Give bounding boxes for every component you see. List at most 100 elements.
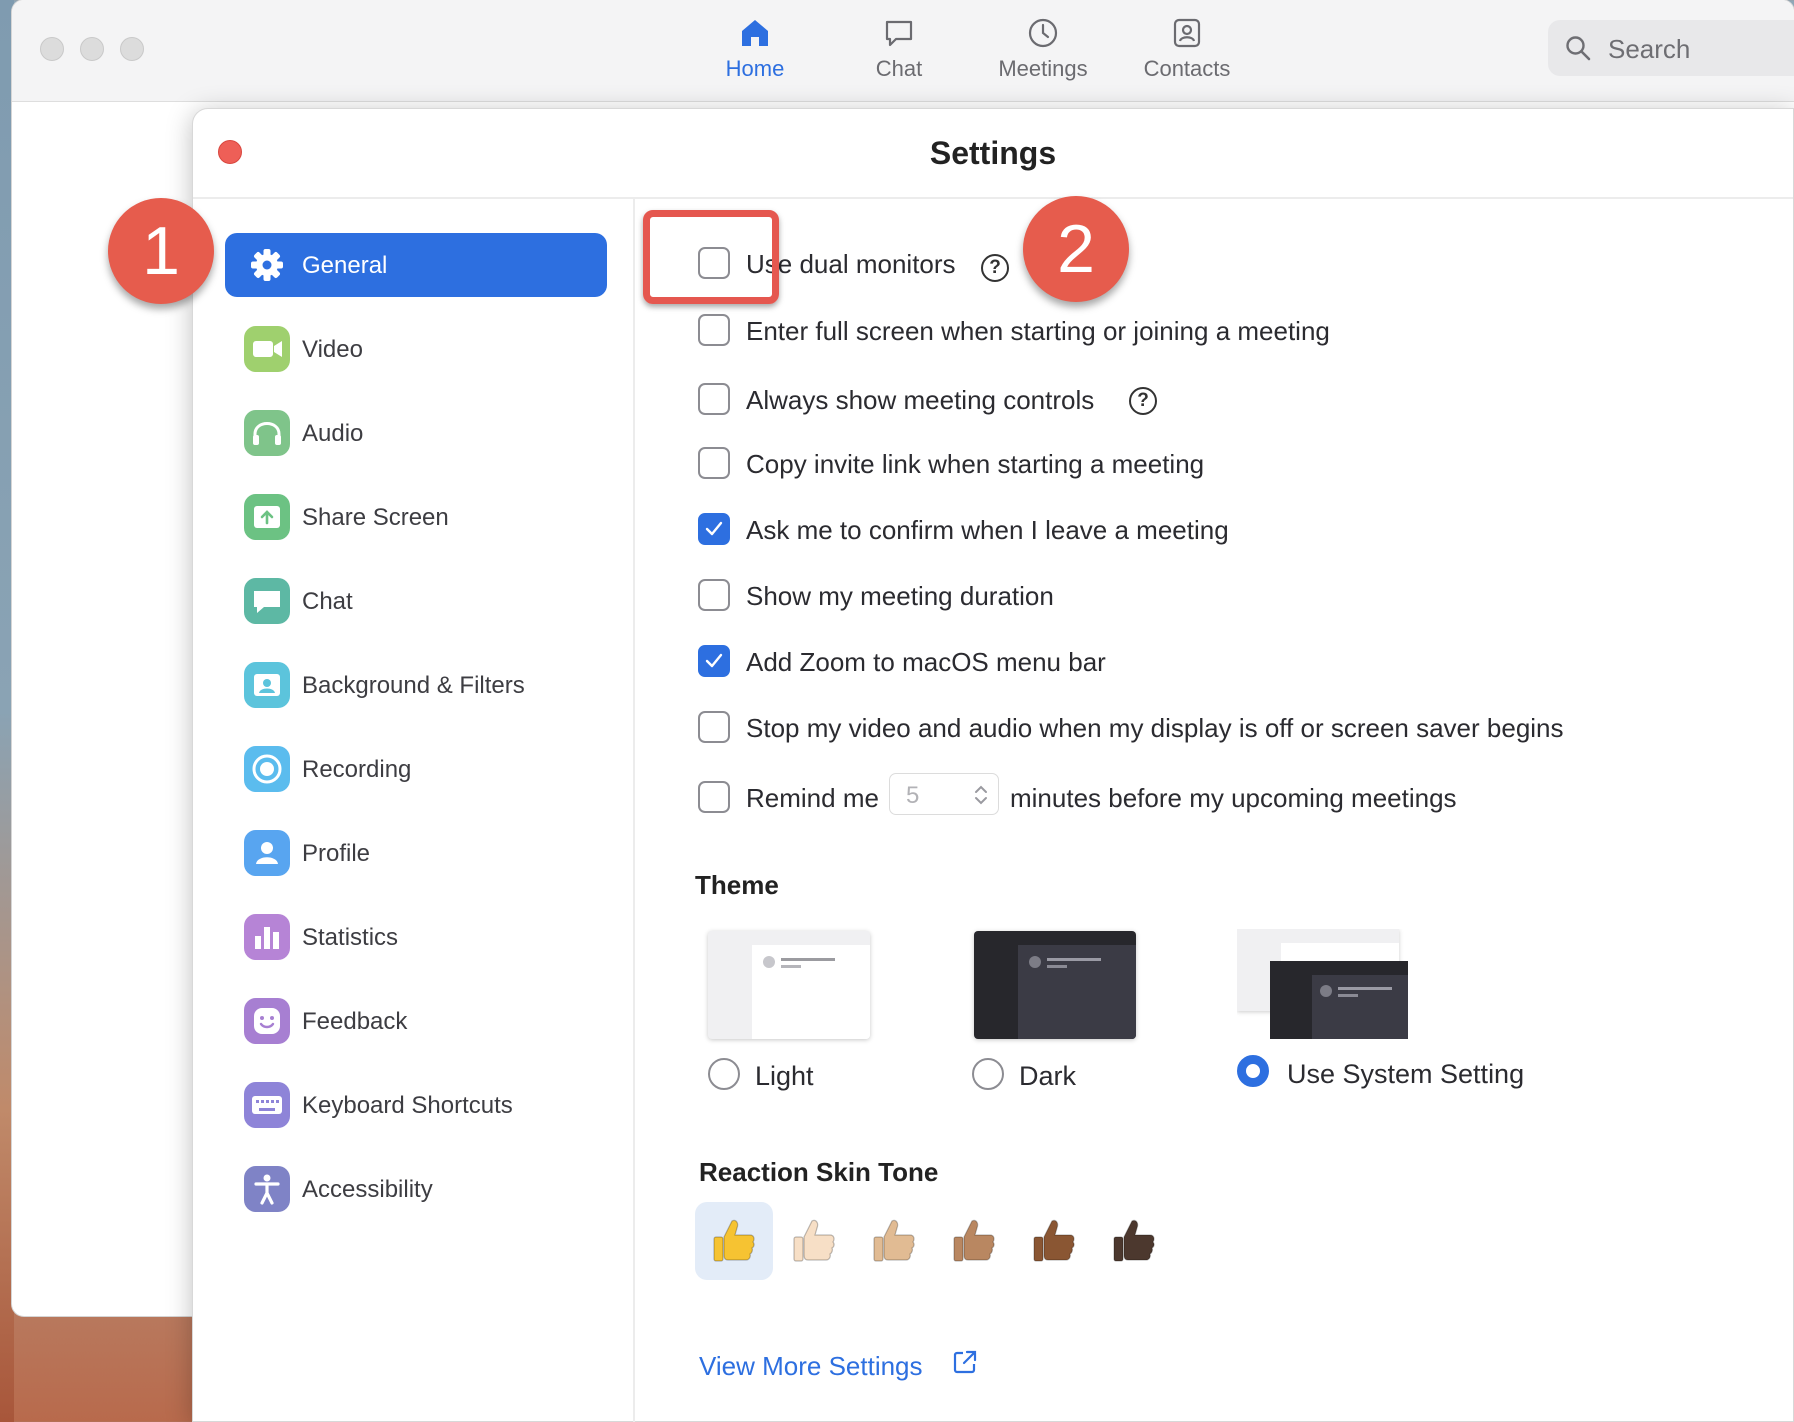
remind-minutes-value: 5 bbox=[906, 782, 920, 809]
search-field[interactable]: Search bbox=[1548, 20, 1794, 76]
theme-light-label: Light bbox=[755, 1061, 814, 1091]
sidebar-item-general[interactable]: General bbox=[225, 233, 607, 297]
sidebar-item-share-screen[interactable]: Share Screen bbox=[225, 485, 607, 549]
clock-icon bbox=[1028, 18, 1058, 48]
theme-dark-preview[interactable] bbox=[974, 931, 1136, 1039]
view-more-settings-label: View More Settings bbox=[699, 1351, 923, 1381]
radio-theme-light[interactable] bbox=[708, 1058, 740, 1090]
theme-system-label: Use System Setting bbox=[1287, 1059, 1525, 1089]
external-link-icon bbox=[953, 1350, 977, 1374]
home-icon bbox=[742, 20, 768, 46]
contacts-icon bbox=[1173, 18, 1201, 48]
stepper-arrows-icon[interactable] bbox=[974, 783, 988, 807]
option-stop-video-audio: Stop my video and audio when my display … bbox=[746, 713, 1564, 743]
sidebar-label-general: General bbox=[302, 252, 388, 279]
window-zoom-button[interactable] bbox=[120, 37, 144, 61]
window-close-button[interactable] bbox=[40, 37, 64, 61]
sidebar-divider bbox=[633, 199, 635, 1422]
highlight-box bbox=[643, 210, 779, 304]
skin-tone-option[interactable] bbox=[775, 1202, 853, 1280]
search-icon bbox=[1566, 36, 1591, 61]
checkbox-stop-video-audio[interactable] bbox=[698, 711, 730, 743]
tab-home[interactable]: Home bbox=[695, 16, 815, 82]
sidebar-item-recording[interactable]: Recording bbox=[225, 737, 607, 801]
sidebar-label-accessibility: Accessibility bbox=[302, 1176, 433, 1203]
background-icon bbox=[244, 662, 290, 708]
settings-title: Settings bbox=[929, 135, 1057, 171]
accessibility-icon bbox=[244, 1166, 290, 1212]
sidebar-label-profile: Profile bbox=[302, 840, 371, 867]
sidebar-label-chat: Chat bbox=[302, 588, 353, 615]
tab-meetings[interactable]: Meetings bbox=[983, 16, 1103, 82]
feedback-icon bbox=[244, 998, 290, 1044]
tab-chat[interactable]: Chat bbox=[839, 16, 959, 82]
sidebar-label-keyboard-shortcuts: Keyboard Shortcuts bbox=[302, 1092, 513, 1119]
sidebar-item-background-filters[interactable]: Background & Filters bbox=[225, 653, 607, 717]
checkmark-icon bbox=[705, 653, 723, 668]
tab-contacts[interactable]: Contacts bbox=[1127, 16, 1247, 82]
sidebar-item-audio[interactable]: Audio bbox=[225, 401, 607, 465]
remind-suffix: minutes before my upcoming meetings bbox=[1010, 783, 1457, 813]
sidebar-item-video[interactable]: Video bbox=[225, 317, 607, 381]
sidebar-label-recording: Recording bbox=[302, 756, 412, 783]
option-copy-invite-link: Copy invite link when starting a meeting bbox=[746, 449, 1205, 479]
theme-light-preview[interactable] bbox=[708, 931, 870, 1039]
checkbox-menu-bar[interactable] bbox=[698, 645, 730, 677]
sidebar-label-video: Video bbox=[302, 336, 363, 363]
remind-prefix: Remind me bbox=[746, 783, 879, 813]
remind-minutes-stepper[interactable]: 5 bbox=[889, 773, 999, 815]
option-meeting-controls: Always show meeting controls bbox=[746, 385, 1095, 415]
checkbox-remind-me[interactable] bbox=[698, 781, 730, 813]
checkmark-icon bbox=[705, 521, 723, 536]
theme-heading: Theme bbox=[695, 870, 779, 900]
checkbox-meeting-duration[interactable] bbox=[698, 579, 730, 611]
sidebar-item-chat[interactable]: Chat bbox=[225, 569, 607, 633]
gear-icon bbox=[244, 242, 290, 288]
title-divider bbox=[193, 197, 1793, 199]
video-camera-icon bbox=[244, 326, 290, 372]
chat-bubble-icon bbox=[885, 20, 913, 47]
skin-tone-option[interactable] bbox=[1095, 1202, 1173, 1280]
radio-theme-system[interactable] bbox=[1237, 1055, 1269, 1087]
window-minimize-button[interactable] bbox=[80, 37, 104, 61]
view-more-settings-link[interactable]: View More Settings bbox=[699, 1350, 977, 1382]
skin-tone-option[interactable] bbox=[935, 1202, 1013, 1280]
thumbs-up-icon bbox=[873, 1219, 915, 1262]
sidebar-item-accessibility[interactable]: Accessibility bbox=[225, 1157, 607, 1221]
thumbs-up-icon bbox=[1033, 1219, 1075, 1262]
thumbs-up-icon bbox=[713, 1219, 755, 1262]
skin-tone-option[interactable] bbox=[1015, 1202, 1093, 1280]
help-icon[interactable]: ? bbox=[1129, 387, 1157, 415]
checkbox-copy-invite-link[interactable] bbox=[698, 447, 730, 479]
sidebar-label-background-filters: Background & Filters bbox=[302, 672, 525, 699]
sidebar-item-profile[interactable]: Profile bbox=[225, 821, 607, 885]
checkbox-meeting-controls[interactable] bbox=[698, 383, 730, 415]
tab-home-label: Home bbox=[725, 56, 785, 81]
step-2-badge: 2 bbox=[1023, 196, 1129, 302]
title-bar: Home Chat Meetings Contacts Search bbox=[12, 0, 1794, 102]
checkbox-full-screen[interactable] bbox=[698, 314, 730, 346]
chat-icon bbox=[244, 578, 290, 624]
sidebar-label-audio: Audio bbox=[302, 420, 364, 447]
sidebar-item-statistics[interactable]: Statistics bbox=[225, 905, 607, 969]
sidebar-item-keyboard-shortcuts[interactable]: Keyboard Shortcuts bbox=[225, 1073, 607, 1137]
radio-theme-dark[interactable] bbox=[972, 1058, 1004, 1090]
step-1-badge: 1 bbox=[108, 198, 214, 304]
option-confirm-leave: Ask me to confirm when I leave a meeting bbox=[746, 515, 1229, 545]
headphones-icon bbox=[244, 410, 290, 456]
profile-icon bbox=[244, 830, 290, 876]
skin-tone-option[interactable] bbox=[695, 1202, 773, 1280]
tab-chat-label: Chat bbox=[875, 56, 923, 81]
record-icon bbox=[244, 746, 290, 792]
search-placeholder: Search bbox=[1608, 34, 1691, 64]
skin-tone-option[interactable] bbox=[855, 1202, 933, 1280]
help-icon[interactable]: ? bbox=[981, 254, 1009, 282]
sidebar-label-statistics: Statistics bbox=[302, 924, 399, 951]
statistics-icon bbox=[244, 914, 290, 960]
checkbox-confirm-leave[interactable] bbox=[698, 513, 730, 545]
theme-dark-label: Dark bbox=[1019, 1061, 1077, 1091]
sidebar-label-share-screen: Share Screen bbox=[302, 504, 449, 531]
theme-system-preview[interactable] bbox=[1237, 929, 1409, 1041]
sidebar-item-feedback[interactable]: Feedback bbox=[225, 989, 607, 1053]
keyboard-icon bbox=[244, 1082, 290, 1128]
